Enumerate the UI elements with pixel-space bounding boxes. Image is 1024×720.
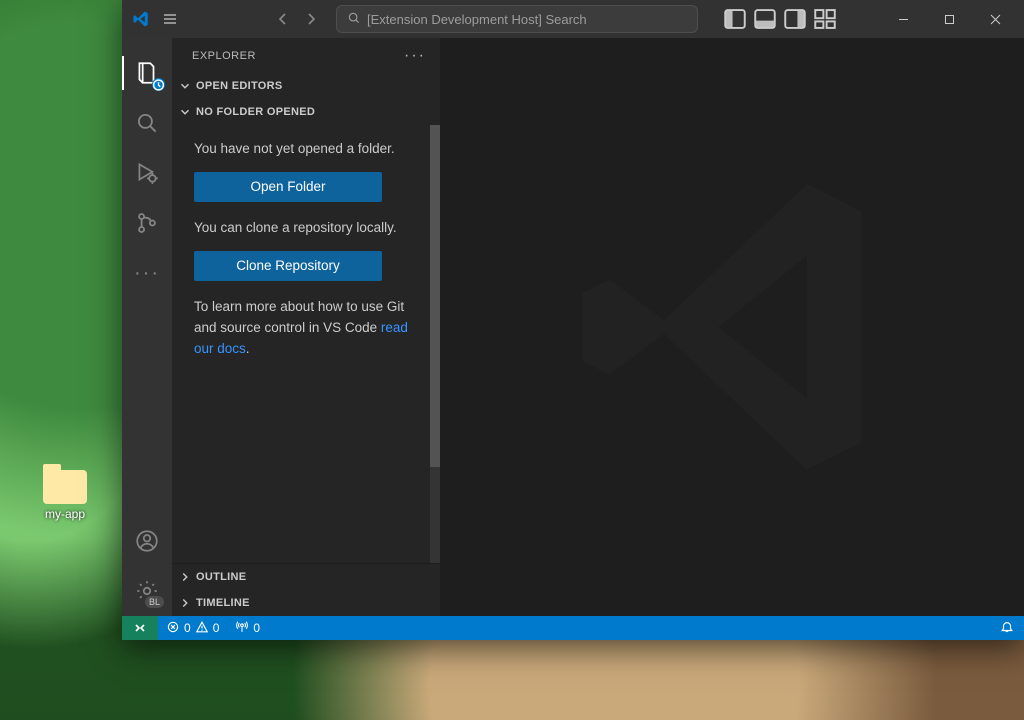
search-icon: [347, 11, 361, 28]
toggle-secondary-sidebar-button[interactable]: [782, 6, 808, 32]
editor-area: [440, 38, 1024, 616]
learn-more-prefix: To learn more about how to use Git and s…: [194, 299, 404, 335]
section-open-editors[interactable]: OPEN EDITORS: [172, 73, 440, 99]
clone-message: You can clone a repository locally.: [194, 218, 424, 239]
status-problems[interactable]: 0 0: [158, 616, 227, 640]
status-error-count: 0: [184, 621, 191, 635]
clone-repository-button[interactable]: Clone Repository: [194, 251, 382, 281]
learn-more-text: To learn more about how to use Git and s…: [194, 297, 424, 360]
window-controls: [880, 0, 1018, 38]
sidebar-scrollbar-track[interactable]: [430, 125, 440, 563]
desktop-folder-my-app[interactable]: my-app: [35, 470, 95, 521]
vscode-window: [Extension Development Host] Search: [122, 0, 1024, 640]
sidebar-body: You have not yet opened a folder. Open F…: [172, 125, 440, 563]
explorer-badge-icon: [152, 78, 165, 91]
bell-icon: [1000, 620, 1014, 637]
section-no-folder-label: NO FOLDER OPENED: [196, 106, 315, 118]
folder-icon: [43, 470, 87, 504]
manage-badge: BL: [145, 596, 164, 608]
status-remote-button[interactable]: [122, 616, 158, 640]
nav-forward-button[interactable]: [298, 6, 324, 32]
warning-icon: [195, 620, 209, 637]
command-center-text: [Extension Development Host] Search: [367, 12, 587, 27]
activity-accounts[interactable]: [122, 516, 172, 566]
section-open-editors-label: OPEN EDITORS: [196, 80, 283, 92]
sidebar-more-button[interactable]: ···: [404, 48, 426, 64]
window-minimize-button[interactable]: [880, 0, 926, 38]
title-bar: [Extension Development Host] Search: [122, 0, 1024, 38]
section-timeline[interactable]: TIMELINE: [172, 590, 440, 616]
activity-bar: ··· BL: [122, 38, 172, 616]
sidebar-header: EXPLORER ···: [172, 38, 440, 73]
ellipsis-icon: ···: [134, 263, 160, 283]
section-no-folder-opened[interactable]: NO FOLDER OPENED: [172, 99, 440, 125]
status-ports-count: 0: [253, 621, 260, 635]
radio-tower-icon: [235, 620, 249, 637]
window-maximize-button[interactable]: [926, 0, 972, 38]
activity-explorer[interactable]: [122, 48, 172, 98]
desktop-folder-label: my-app: [35, 507, 95, 521]
window-close-button[interactable]: [972, 0, 1018, 38]
activity-source-control[interactable]: [122, 198, 172, 248]
sidebar-title: EXPLORER: [192, 50, 256, 62]
vscode-logo-icon: [132, 10, 150, 28]
status-bar: 0 0 0: [122, 616, 1024, 640]
sidebar-explorer: EXPLORER ··· OPEN EDITORS NO FOLDER OPEN…: [172, 38, 440, 616]
section-outline-label: OUTLINE: [196, 571, 246, 583]
sidebar-scrollbar-thumb[interactable]: [430, 125, 440, 467]
menu-button[interactable]: [156, 5, 184, 33]
status-notifications-button[interactable]: [992, 616, 1024, 640]
activity-run-debug[interactable]: [122, 148, 172, 198]
section-timeline-label: TIMELINE: [196, 597, 250, 609]
status-warning-count: 0: [213, 621, 220, 635]
activity-search[interactable]: [122, 98, 172, 148]
activity-additional-views[interactable]: ···: [122, 248, 172, 298]
toggle-primary-sidebar-button[interactable]: [722, 6, 748, 32]
nav-back-button[interactable]: [270, 6, 296, 32]
toggle-panel-button[interactable]: [752, 6, 778, 32]
customize-layout-button[interactable]: [812, 6, 838, 32]
section-outline[interactable]: OUTLINE: [172, 564, 440, 590]
command-center[interactable]: [Extension Development Host] Search: [336, 5, 698, 33]
nav-arrows: [270, 6, 324, 32]
status-ports[interactable]: 0: [227, 616, 268, 640]
open-folder-button[interactable]: Open Folder: [194, 172, 382, 202]
activity-manage[interactable]: BL: [122, 566, 172, 616]
vscode-watermark-icon: [562, 157, 902, 497]
no-folder-message: You have not yet opened a folder.: [194, 139, 424, 160]
layout-controls: [722, 6, 838, 32]
error-icon: [166, 620, 180, 637]
learn-more-suffix: .: [246, 341, 250, 356]
